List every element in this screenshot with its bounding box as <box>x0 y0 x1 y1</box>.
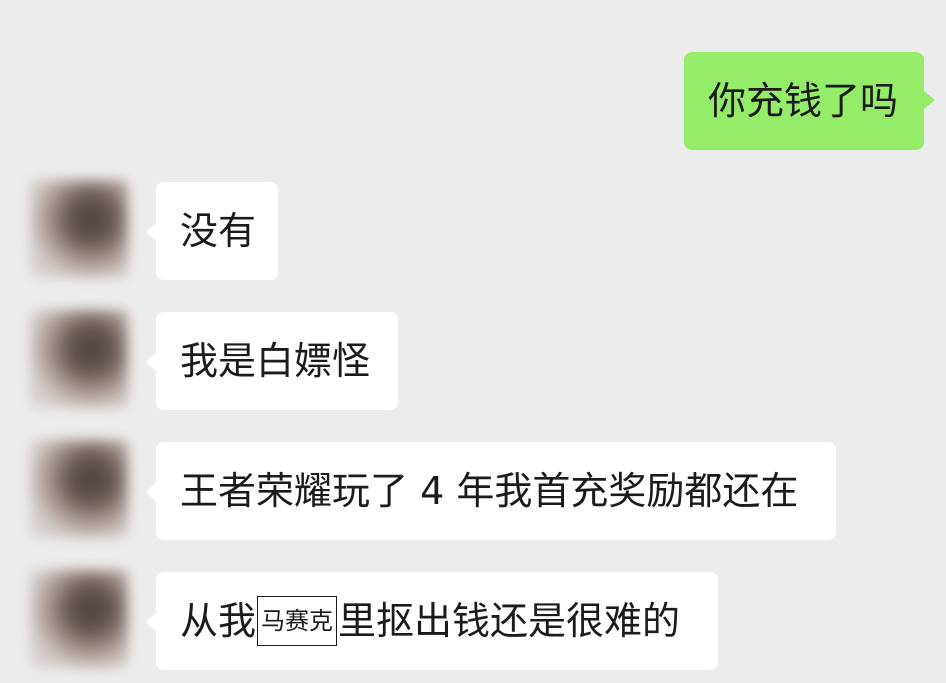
message-text: 你充钱了吗 <box>708 79 899 123</box>
incoming-message-bubble[interactable]: 从我 马赛克 里抠出钱还是很难的 <box>146 572 718 670</box>
chat-area: 你充钱了吗 没有 我是白嫖怪 王者荣耀玩了 4 年我首充奖励都还在 从我 马赛克… <box>0 0 946 683</box>
message-text-before: 从我 <box>180 599 257 643</box>
incoming-message-bubble[interactable]: 王者荣耀玩了 4 年我首充奖励都还在 <box>146 442 836 540</box>
message-text: 王者荣耀玩了 4 年我首充奖励都还在 <box>180 469 799 513</box>
message-text: 没有 <box>180 209 257 253</box>
avatar[interactable] <box>30 570 128 668</box>
avatar[interactable] <box>30 180 128 278</box>
message-text: 我是白嫖怪 <box>180 339 371 383</box>
message-text-after: 里抠出钱还是很难的 <box>338 599 681 643</box>
incoming-message-bubble[interactable]: 没有 <box>146 182 278 280</box>
outgoing-message-bubble[interactable]: 你充钱了吗 <box>684 52 935 150</box>
incoming-message-bubble[interactable]: 我是白嫖怪 <box>146 312 398 410</box>
mosaic-censor-box: 马赛克 <box>257 596 338 646</box>
avatar[interactable] <box>30 310 128 408</box>
avatar[interactable] <box>30 440 128 538</box>
